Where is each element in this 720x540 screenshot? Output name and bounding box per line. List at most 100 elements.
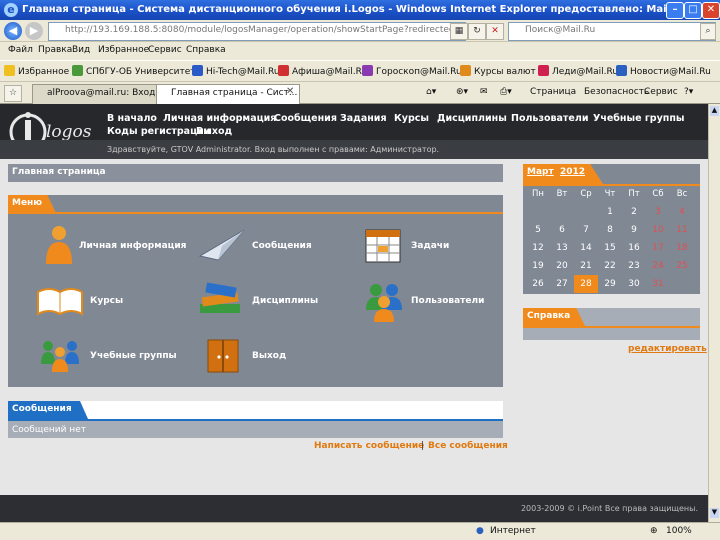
calendar-day[interactable]: 22 (598, 257, 622, 275)
calendar-day[interactable]: 18 (670, 239, 694, 257)
calendar-year[interactable]: 2012 (560, 167, 585, 177)
favorite-link[interactable]: Афиша@Mail.Ru (278, 65, 367, 77)
calendar-day[interactable]: 7 (574, 221, 598, 239)
calendar-day[interactable]: 21 (574, 257, 598, 275)
menu-view[interactable]: Вид (72, 45, 90, 55)
nav-disciplines[interactable]: Дисциплины (437, 113, 507, 124)
calendar-day[interactable]: 6 (550, 221, 574, 239)
calendar-day[interactable]: 23 (622, 257, 646, 275)
write-message-link[interactable]: Написать сообщение (314, 441, 424, 451)
nav-home[interactable]: В начало (107, 113, 157, 124)
minimize-button[interactable]: – (666, 2, 684, 19)
door-icon[interactable] (206, 338, 240, 374)
menu-help[interactable]: Справка (186, 45, 226, 55)
users-icon[interactable] (364, 282, 404, 322)
calendar-day[interactable]: 31 (646, 275, 670, 293)
favorite-link[interactable]: Hi-Tech@Mail.Ru (192, 65, 280, 77)
nav-tasks[interactable]: Задания (340, 113, 387, 124)
person-icon[interactable] (42, 224, 76, 264)
calendar-day[interactable]: 16 (622, 239, 646, 257)
favorites-button[interactable]: Избранное (4, 65, 69, 77)
search-input[interactable]: Поиск@Mail.Ru (508, 22, 716, 41)
favorite-link[interactable]: СПбГУ-ОБ Университете (72, 65, 201, 77)
menu-item-tasks[interactable]: Задачи (411, 241, 449, 251)
vertical-scrollbar[interactable]: ▲ ▼ (708, 104, 720, 522)
tab-main-page[interactable]: Главная страница - Сист... (156, 84, 300, 104)
calendar-day[interactable]: 15 (598, 239, 622, 257)
calendar-day[interactable]: 30 (622, 275, 646, 293)
books-stack-icon[interactable] (196, 282, 244, 316)
paper-plane-icon[interactable] (198, 226, 246, 262)
calendar-day[interactable]: 29 (598, 275, 622, 293)
favorites-center-icon[interactable]: ☆ (4, 85, 22, 102)
nav-groups[interactable]: Учебные группы (593, 113, 685, 124)
calendar-day[interactable]: 3 (646, 203, 670, 221)
compat-icon[interactable]: ▦ (450, 23, 468, 40)
book-icon[interactable] (36, 286, 84, 316)
menu-item-courses[interactable]: Курсы (90, 296, 123, 306)
menu-item-logout[interactable]: Выход (252, 351, 286, 361)
menu-edit[interactable]: Правка (38, 45, 72, 55)
scroll-up-icon[interactable]: ▲ (710, 106, 719, 116)
calendar-day[interactable]: 2 (622, 203, 646, 221)
calendar-day[interactable]: 9 (622, 221, 646, 239)
tab-close-icon[interactable]: ✕ (286, 86, 294, 97)
nav-messages[interactable]: Сообщения (274, 113, 337, 124)
menu-favorites[interactable]: Избранное (98, 45, 149, 55)
menu-item-profile[interactable]: Личная информация (79, 241, 186, 251)
nav-courses[interactable]: Курсы (394, 113, 429, 124)
calendar-day[interactable]: 20 (550, 257, 574, 275)
calendar-day[interactable]: 11 (670, 221, 694, 239)
command-security[interactable]: Безопасность (584, 87, 649, 97)
zoom-level[interactable]: 100% (666, 526, 692, 536)
menu-item-disciplines[interactable]: Дисциплины (252, 296, 318, 306)
command-tools[interactable]: Сервис (644, 87, 678, 97)
maximize-button[interactable]: □ (684, 2, 702, 19)
scroll-down-icon[interactable]: ▼ (710, 508, 719, 518)
nav-reg-codes[interactable]: Коды регистрации (107, 126, 210, 137)
calendar-day[interactable]: 8 (598, 221, 622, 239)
calendar-day[interactable]: 14 (574, 239, 598, 257)
calendar-month[interactable]: Март (527, 167, 554, 177)
calendar-day[interactable]: 5 (526, 221, 550, 239)
command-page[interactable]: Страница (530, 87, 576, 97)
group-icon[interactable] (40, 338, 80, 372)
print-icon[interactable]: ⎙▾ (500, 87, 512, 97)
calendar-day[interactable]: 13 (550, 239, 574, 257)
favorite-link[interactable]: Новости@Mail.Ru (616, 65, 711, 77)
nav-profile[interactable]: Личная информация (163, 113, 276, 124)
mail-icon[interactable]: ✉ (480, 87, 488, 97)
calendar-day[interactable]: 28 (574, 275, 598, 293)
nav-users[interactable]: Пользователи (511, 113, 588, 124)
menu-item-users[interactable]: Пользователи (411, 296, 484, 306)
edit-help-link[interactable]: редактировать (628, 344, 707, 354)
back-icon[interactable]: ◀ (4, 22, 22, 40)
calendar-day[interactable]: 1 (598, 203, 622, 221)
search-icon[interactable]: ⌕ (700, 23, 716, 40)
refresh-icon[interactable]: ↻ (468, 23, 486, 40)
calendar-day[interactable]: 17 (646, 239, 670, 257)
help-icon[interactable]: ?▾ (684, 87, 693, 97)
all-messages-link[interactable]: Все сообщения (428, 441, 508, 451)
calendar-day[interactable]: 24 (646, 257, 670, 275)
home-icon[interactable]: ⌂▾ (426, 87, 436, 97)
close-button[interactable]: ✕ (702, 2, 720, 19)
favorite-link[interactable]: Курсы валют (460, 65, 536, 77)
nav-logout[interactable]: Выход (196, 126, 232, 137)
zoom-icon[interactable]: ⊕ (650, 526, 658, 536)
menu-file[interactable]: Файл (8, 45, 33, 55)
calendar-day[interactable]: 27 (550, 275, 574, 293)
menu-item-messages[interactable]: Сообщения (252, 241, 312, 251)
calendar-icon[interactable] (365, 229, 401, 263)
feeds-icon[interactable]: ⊛▾ (456, 87, 468, 97)
calendar-day[interactable]: 4 (670, 203, 694, 221)
tab-mail[interactable]: alProova@mail.ru: Входящие (32, 84, 168, 104)
menu-item-groups[interactable]: Учебные группы (90, 351, 177, 361)
calendar-day[interactable]: 26 (526, 275, 550, 293)
menu-tools[interactable]: Сервис (148, 45, 182, 55)
calendar-day[interactable]: 19 (526, 257, 550, 275)
forward-icon[interactable]: ▶ (25, 22, 43, 40)
calendar-day[interactable]: 25 (670, 257, 694, 275)
url-input[interactable]: http://193.169.188.5:8080/module/logosMa… (48, 22, 466, 41)
favorite-link[interactable]: Леди@Mail.Ru (538, 65, 618, 77)
